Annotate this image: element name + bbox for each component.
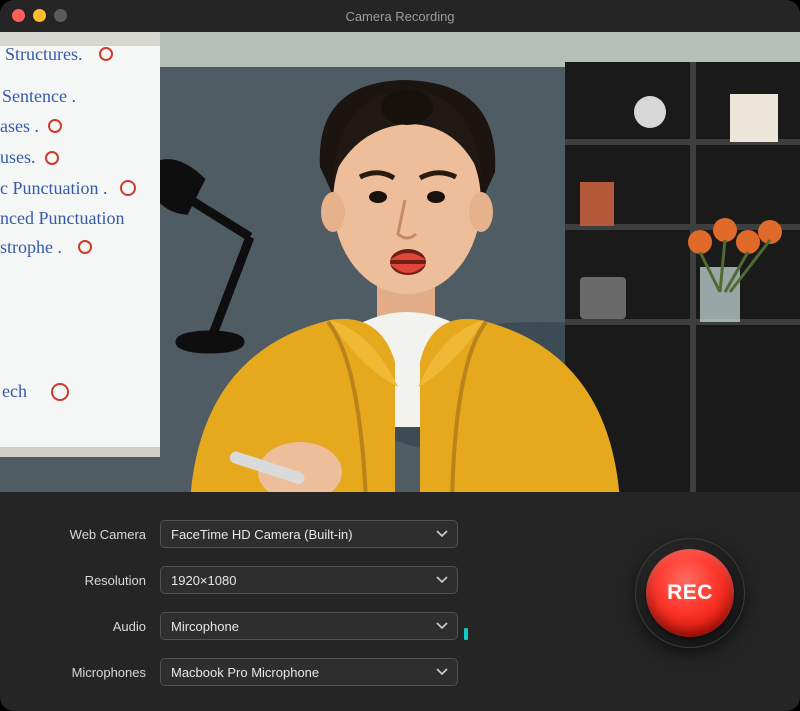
record-button[interactable]: REC — [646, 549, 734, 637]
svg-text:Structures.: Structures. — [5, 44, 82, 64]
traffic-lights — [12, 9, 67, 22]
label-microphones: Microphones — [0, 665, 160, 680]
web-camera-value: FaceTime HD Camera (Built-in) — [171, 527, 353, 542]
audio-select[interactable]: Mircophone — [160, 612, 458, 640]
svg-text:uses.: uses. — [0, 147, 36, 167]
audio-value: Mircophone — [171, 619, 239, 634]
svg-text:ases .: ases . — [0, 116, 39, 136]
svg-text:c Punctuation .: c Punctuation . — [0, 178, 107, 198]
maximize-icon[interactable] — [54, 9, 67, 22]
chevron-down-icon — [436, 530, 448, 538]
microphone-select[interactable]: Macbook Pro Microphone — [160, 658, 458, 686]
close-icon[interactable] — [12, 9, 25, 22]
svg-text:Sentence .: Sentence . — [2, 86, 76, 106]
chevron-down-icon — [436, 576, 448, 584]
label-web-camera: Web Camera — [0, 527, 160, 542]
svg-text:nced Punctuation: nced Punctuation — [0, 208, 124, 228]
chevron-down-icon — [436, 668, 448, 676]
chevron-down-icon — [436, 622, 448, 630]
titlebar: Camera Recording — [0, 0, 800, 32]
svg-text:strophe .: strophe . — [0, 237, 62, 257]
microphone-value: Macbook Pro Microphone — [171, 665, 319, 680]
web-camera-select[interactable]: FaceTime HD Camera (Built-in) — [160, 520, 458, 548]
row-microphones: Microphones Macbook Pro Microphone — [0, 652, 800, 692]
window-title: Camera Recording — [345, 9, 454, 24]
audio-level-meter — [464, 612, 472, 640]
label-audio: Audio — [0, 619, 160, 634]
camera-preview: Structures. Sentence . ases . uses. c Pu… — [0, 32, 800, 492]
resolution-select[interactable]: 1920×1080 — [160, 566, 458, 594]
record-button-ring: REC — [635, 538, 745, 648]
app-window: Camera Recording — [0, 0, 800, 711]
svg-text:ech: ech — [2, 381, 27, 401]
minimize-icon[interactable] — [33, 9, 46, 22]
label-resolution: Resolution — [0, 573, 160, 588]
resolution-value: 1920×1080 — [171, 573, 236, 588]
controls-panel: Web Camera FaceTime HD Camera (Built-in)… — [0, 492, 800, 692]
